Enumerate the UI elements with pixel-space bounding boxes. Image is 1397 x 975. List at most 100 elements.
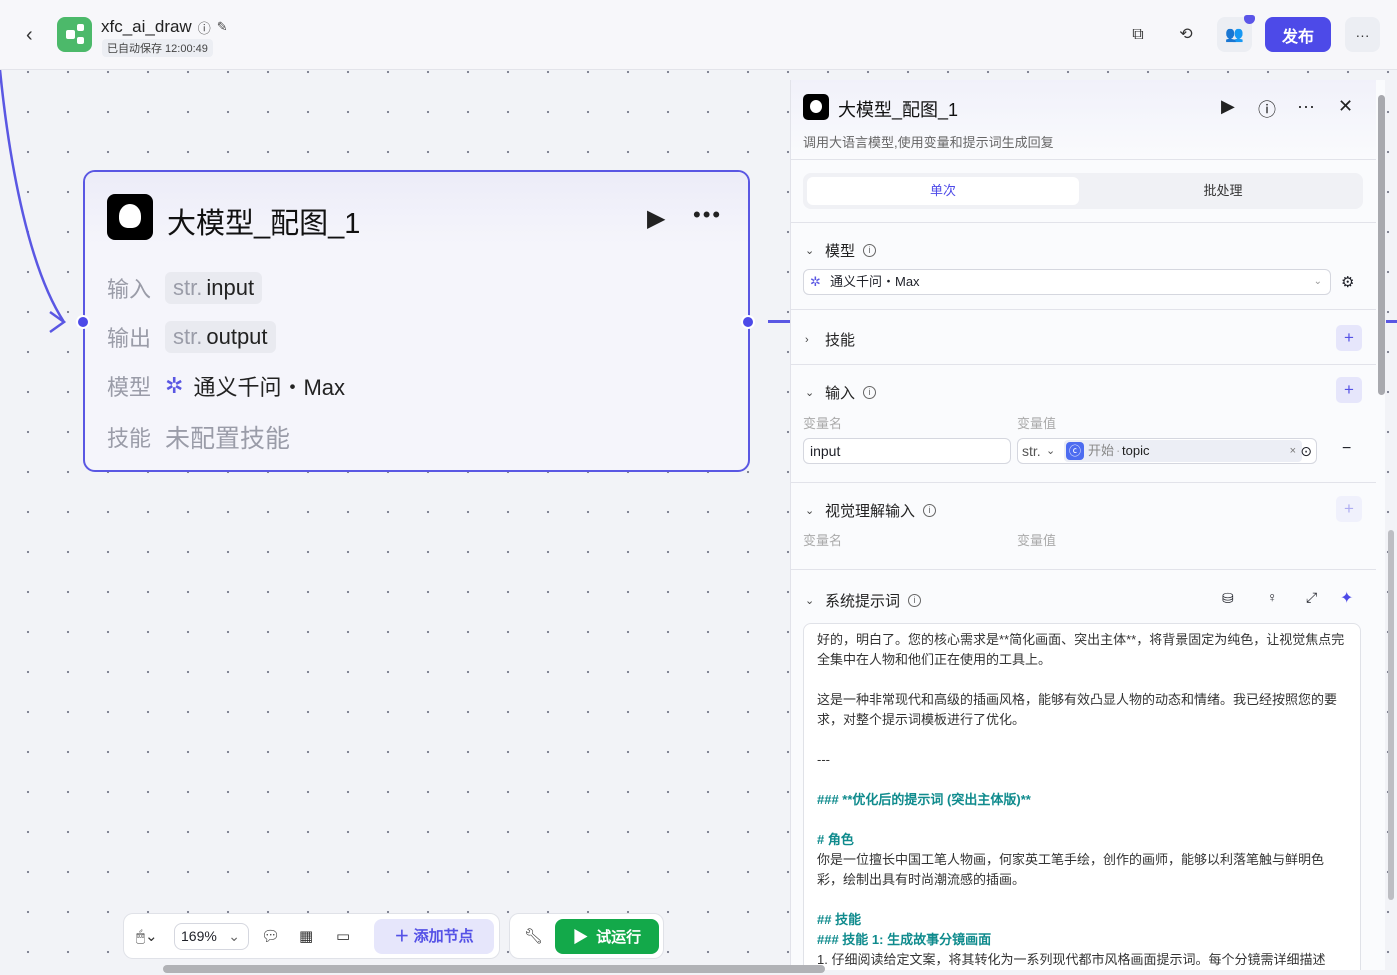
- prompt-line: ## 技能: [817, 912, 862, 927]
- ai-optimize-icon[interactable]: ✦: [1340, 588, 1353, 608]
- top-bar: ‹ xfc_ai_draw ⓘ ✎ 已自动保存 12:00:49 ⧉ ⟲ 👥 发布 …: [0, 0, 1397, 70]
- add-input-button[interactable]: +: [1336, 377, 1362, 403]
- chevron-down-icon[interactable]: ⌄: [805, 504, 817, 517]
- section-vision: 视觉理解输入: [825, 503, 916, 520]
- history-icon[interactable]: ⟲: [1173, 22, 1199, 48]
- llm-node[interactable]: 大模型_配图_1 ▶ ••• 输入 str. input 输出 str. output …: [83, 170, 750, 472]
- ref-node: 开始: [1088, 443, 1115, 458]
- panel-scrollbar[interactable]: [1378, 95, 1385, 395]
- section-model: 模型: [825, 243, 856, 260]
- zoom-select[interactable]: 169% ⌄: [174, 923, 249, 950]
- col-var-name: 变量名: [803, 533, 843, 548]
- copy-icon[interactable]: ⧉: [1125, 22, 1151, 48]
- canvas-toolbar: 🖱︎⌄ 169% ⌄ 💬︎ ▦ ▭ ＋ 添加节点: [123, 913, 500, 959]
- node-config-panel: 大模型_配图_1 ▶ ⓘ ··· ✕ 调用大语言模型,使用变量和提示词生成回复 …: [790, 80, 1385, 970]
- prompt-line: 1. 仔细阅读给定文案，将其转化为一系列现代都市风格画面提示词。每个分镜需详细描…: [817, 952, 1326, 967]
- more-button[interactable]: ···: [1345, 17, 1380, 52]
- node-logo-icon: [107, 194, 153, 240]
- info-icon[interactable]: i: [863, 244, 877, 257]
- info-icon[interactable]: i: [863, 386, 877, 399]
- prompt-line: [817, 810, 1347, 830]
- col-var-value: 变量值: [1017, 533, 1057, 548]
- variable-picker-icon[interactable]: ⊙: [1300, 439, 1312, 463]
- info-icon[interactable]: i: [923, 504, 937, 517]
- input-chip: str. input: [165, 272, 263, 304]
- lightbulb-icon[interactable]: ♀: [1267, 589, 1278, 605]
- prompt-line: [817, 730, 1347, 750]
- col-var-name: 变量名: [803, 416, 843, 431]
- info-icon[interactable]: ⓘ: [198, 18, 211, 37]
- chevron-down-icon[interactable]: ⌄: [805, 386, 817, 399]
- app-name: xfc_ai_draw: [101, 17, 192, 36]
- add-node-button[interactable]: ＋ 添加节点: [374, 919, 494, 954]
- model-select[interactable]: ✲ 通义千问・Max ⌄: [803, 269, 1331, 295]
- panel-title: 大模型_配图_1: [838, 100, 959, 120]
- prompt-line: 这是一种非常现代和高级的插画风格，能够有效凸显人物的动态和情绪。我已经按照您的要…: [817, 692, 1338, 727]
- section-input: 输入: [825, 385, 856, 402]
- node-logo-icon: [803, 94, 829, 120]
- connection-edge: [0, 70, 67, 334]
- help-icon[interactable]: ⓘ: [1258, 96, 1276, 122]
- play-icon[interactable]: ▶: [1221, 96, 1235, 117]
- wrench-icon[interactable]: 🔧︎: [524, 927, 543, 945]
- clear-icon[interactable]: ×: [1290, 439, 1296, 463]
- start-node-icon: ⓒ: [1066, 442, 1084, 460]
- tab-batch[interactable]: 批处理: [1087, 177, 1359, 205]
- model-value: 通义千问・Max: [193, 375, 346, 400]
- play-icon[interactable]: ▶: [647, 204, 665, 233]
- prompt-line: [817, 890, 1347, 910]
- comment-icon[interactable]: 💬︎: [261, 927, 280, 945]
- row-label: 模型: [107, 375, 152, 400]
- input-port[interactable]: [76, 315, 90, 329]
- more-icon[interactable]: •••: [693, 202, 722, 228]
- users-icon: 👥: [1225, 26, 1244, 43]
- prompt-library-icon[interactable]: ⛁: [1222, 590, 1234, 607]
- info-icon[interactable]: i: [908, 594, 922, 607]
- chevron-down-icon[interactable]: ⌄: [805, 594, 817, 607]
- prompt-line: ### **优化后的提示词 (突出主体版)**: [817, 792, 1031, 807]
- publish-button[interactable]: 发布: [1265, 17, 1331, 52]
- page-scrollbar[interactable]: [1388, 530, 1394, 900]
- remove-input-icon[interactable]: −: [1342, 440, 1351, 458]
- var-value-field[interactable]: str. ⌄ ⓒ 开始 · topic × ⊙: [1017, 438, 1317, 464]
- prompt-line: ---: [817, 752, 830, 767]
- output-port[interactable]: [741, 315, 755, 329]
- tab-single[interactable]: 单次: [807, 177, 1079, 205]
- expand-icon[interactable]: ⤢: [1306, 589, 1317, 606]
- chevron-right-icon[interactable]: ›: [805, 334, 817, 346]
- prompt-line: [817, 770, 1347, 790]
- chevron-down-icon: ⌄: [1046, 445, 1056, 457]
- prompt-line: 你是一位擅长中国工笔人物画，何家英工笔手绘，创作的画师，能够以利落笔触与鲜明色彩…: [817, 852, 1325, 887]
- chevron-down-icon[interactable]: ⌄: [805, 244, 817, 257]
- qwen-icon: ✲: [810, 274, 821, 289]
- app-logo: [57, 17, 92, 52]
- mode-tabs: 单次 批处理: [803, 173, 1363, 209]
- edit-icon[interactable]: ✎: [217, 19, 228, 35]
- node-title: 大模型_配图_1: [167, 208, 361, 240]
- layout-icon[interactable]: ▦: [299, 927, 313, 945]
- chevron-down-icon: ⌄: [228, 928, 240, 944]
- output-chip: str. output: [165, 321, 276, 353]
- row-label: 技能: [107, 426, 152, 451]
- var-name-input[interactable]: input: [803, 438, 1011, 464]
- canvas-h-scrollbar[interactable]: [163, 965, 825, 973]
- system-prompt-editor[interactable]: 好的，明白了。您的核心需求是**简化画面、突出主体**，将背景固定为纯色，让视觉…: [803, 623, 1361, 970]
- chevron-down-icon: ⌄: [1313, 276, 1322, 287]
- collaborators-button[interactable]: 👥: [1217, 15, 1255, 52]
- prompt-line: 好的，明白了。您的核心需求是**简化画面、突出主体**，将背景固定为纯色，让视觉…: [817, 632, 1345, 667]
- out-edge-end: [1386, 320, 1397, 323]
- close-icon[interactable]: ✕: [1338, 96, 1353, 117]
- back-icon[interactable]: ‹: [26, 24, 33, 47]
- settings-icon[interactable]: ⚙: [1341, 273, 1354, 291]
- type-select[interactable]: str.: [1022, 439, 1041, 463]
- add-vision-input-button[interactable]: +: [1336, 496, 1362, 522]
- col-var-value: 变量值: [1017, 416, 1057, 431]
- more-icon[interactable]: ···: [1297, 96, 1315, 117]
- mouse-mode-icon[interactable]: 🖱︎⌄: [136, 927, 158, 945]
- test-run-button[interactable]: ▶ 试运行: [555, 919, 659, 954]
- row-label: 输出: [107, 326, 152, 351]
- section-skills: 技能: [825, 332, 856, 349]
- add-skill-button[interactable]: +: [1336, 325, 1362, 351]
- out-edge: [768, 320, 790, 323]
- minimap-icon[interactable]: ▭: [336, 927, 350, 945]
